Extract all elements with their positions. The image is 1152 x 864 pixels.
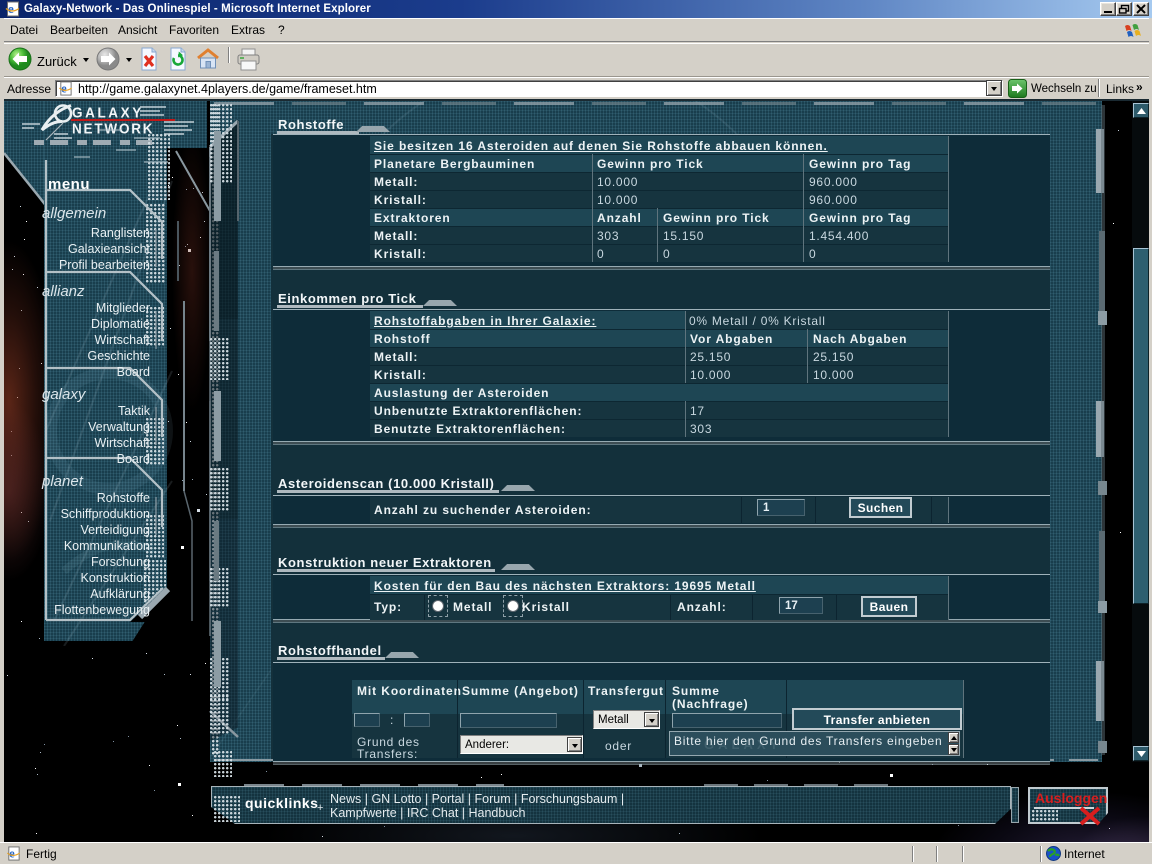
svg-text:e: e bbox=[8, 1, 14, 16]
svg-text:e: e bbox=[9, 846, 15, 860]
svg-text:e: e bbox=[61, 81, 67, 95]
